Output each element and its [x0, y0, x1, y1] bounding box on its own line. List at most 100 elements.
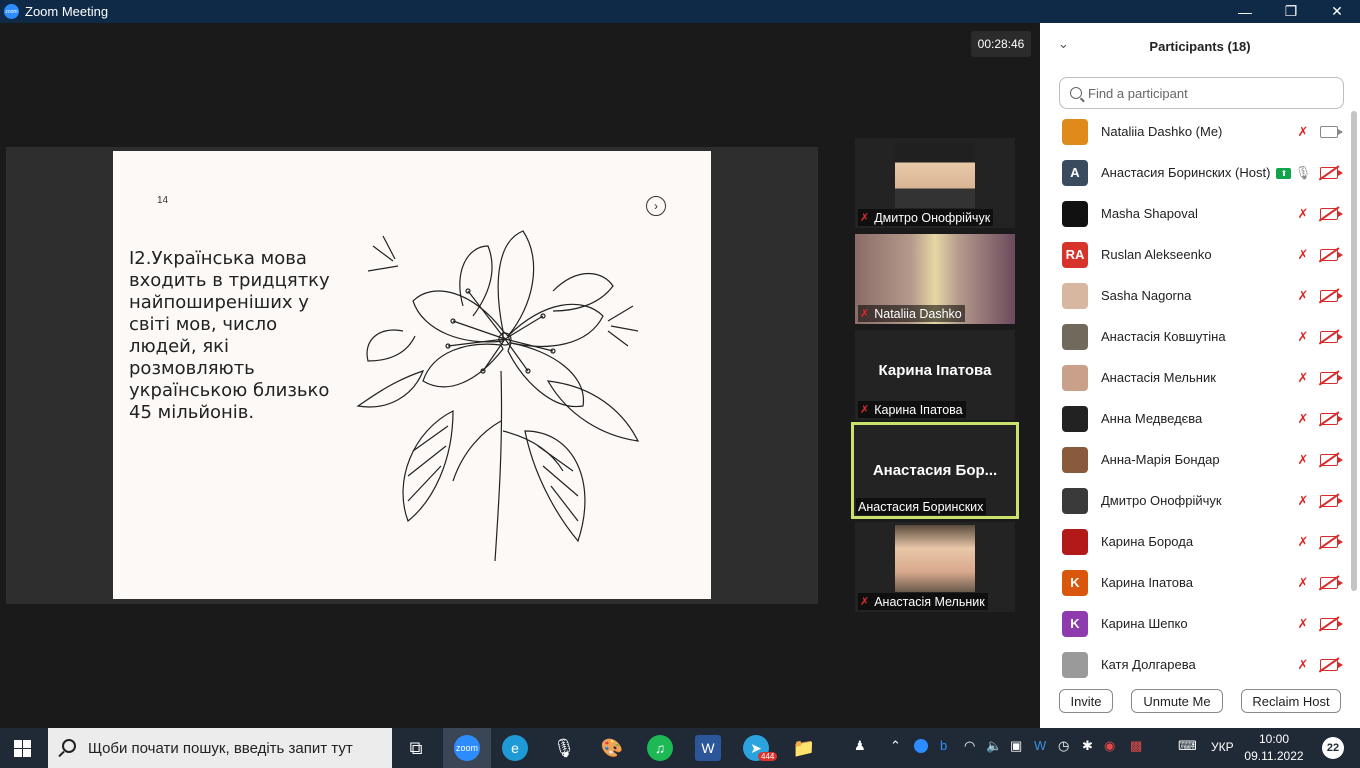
video-off-icon[interactable] — [1320, 453, 1343, 466]
avatar: K — [1062, 569, 1088, 596]
participant-row[interactable]: Masha Shapoval ✗ — [1040, 193, 1350, 234]
video-off-icon[interactable] — [1320, 576, 1343, 589]
wifi-icon[interactable]: ◠ — [964, 738, 975, 754]
mic-muted-icon[interactable]: ✗ — [1296, 452, 1310, 468]
tray-app-icon[interactable]: ◉ — [1104, 738, 1115, 754]
zoom-tray-icon[interactable] — [914, 739, 928, 753]
app-tray-icon[interactable]: ▣ — [1010, 738, 1022, 754]
participant-row[interactable]: A Анастасия Боринских (Host) ⬆ 🎙 — [1040, 152, 1350, 193]
reclaim-host-button[interactable]: Reclaim Host — [1241, 689, 1341, 713]
chevron-up-icon[interactable]: ⌃ — [890, 738, 901, 754]
taskbar-app-edge[interactable]: e — [491, 728, 539, 768]
volume-icon[interactable]: 🔈 — [986, 738, 1002, 754]
taskbar-app-zoom[interactable]: zoom — [443, 728, 491, 768]
taskbar-app-microphone[interactable]: 🎙 — [540, 728, 588, 768]
video-off-icon[interactable] — [1320, 207, 1343, 220]
participant-row[interactable]: Анна-Марія Бондар ✗ — [1040, 439, 1350, 480]
participant-row[interactable]: K Карина Іпатова ✗ — [1040, 562, 1350, 603]
mic-muted-icon[interactable]: ✗ — [1296, 370, 1310, 386]
taskbar-app-spotify[interactable]: ♫ — [636, 728, 684, 768]
clock-tray-icon[interactable]: ◷ — [1058, 738, 1069, 754]
mic-muted-icon[interactable]: ✗ — [1296, 575, 1310, 591]
participant-name: Анастасія Мельник — [1101, 370, 1216, 385]
video-off-icon[interactable] — [1320, 617, 1343, 630]
edge-icon: e — [502, 735, 528, 761]
tile-label: Анастасия Боринских — [856, 498, 987, 515]
video-tile-karyna[interactable]: Карина Іпатова ✗ Карина Іпатова — [855, 330, 1015, 420]
minimize-button[interactable]: — — [1222, 0, 1268, 23]
notifications-badge[interactable]: 22 — [1322, 737, 1344, 759]
participants-footer: Invite Unmute Me Reclaim Host — [1040, 689, 1360, 721]
participant-row[interactable]: K Карина Шепко ✗ — [1040, 603, 1350, 644]
video-off-icon[interactable] — [1320, 330, 1343, 343]
video-off-icon[interactable] — [1320, 412, 1343, 425]
video-off-icon[interactable] — [1320, 289, 1343, 302]
keyboard-icon[interactable]: ⌨ — [1178, 738, 1197, 754]
tray-app-icon[interactable]: W — [1034, 738, 1046, 753]
mic-muted-icon[interactable]: ✗ — [1296, 247, 1310, 263]
taskbar-app-task-view[interactable]: ⧉ — [392, 728, 440, 768]
unread-badge: 444 — [758, 752, 778, 761]
video-off-icon[interactable] — [1320, 658, 1343, 671]
explorer-icon: 📁 — [792, 737, 816, 758]
video-off-icon[interactable] — [1320, 166, 1343, 179]
taskbar-app-word[interactable]: W — [684, 728, 732, 768]
taskbar-clock[interactable]: 10:00 09.11.2022 — [1240, 731, 1308, 765]
tile-label: ✗ Дмитро Онофрійчук — [858, 209, 994, 226]
mic-muted-icon[interactable]: ✗ — [1296, 411, 1310, 427]
participant-row[interactable]: Дмитро Онофрійчук ✗ — [1040, 480, 1350, 521]
maximize-button[interactable]: ❐ — [1268, 0, 1314, 23]
mic-muted-icon[interactable]: ✗ — [1296, 534, 1310, 550]
close-button[interactable]: ✕ — [1314, 0, 1360, 23]
mic-muted-icon[interactable]: ✗ — [1296, 206, 1310, 222]
participant-row[interactable]: Nataliia Dashko (Me) ✗ — [1040, 111, 1350, 152]
video-off-icon[interactable] — [1320, 371, 1343, 384]
video-tile-dmytro[interactable]: ✗ Дмитро Онофрійчук — [855, 138, 1015, 228]
participant-row[interactable]: Карина Борода ✗ — [1040, 521, 1350, 562]
video-off-icon[interactable] — [1320, 248, 1343, 261]
participant-row[interactable]: Sasha Nagorna ✗ — [1040, 275, 1350, 316]
slide-number: 14 — [157, 195, 169, 206]
bing-icon[interactable]: b — [940, 738, 947, 753]
mic-muted-icon[interactable]: ✗ — [1296, 657, 1310, 673]
video-off-icon[interactable] — [1320, 494, 1343, 507]
screen-share-view[interactable]: 14 › І2.Українська мова входить в тридця… — [6, 147, 818, 604]
mic-muted-icon[interactable]: ✗ — [1296, 493, 1310, 509]
video-camera-icon[interactable] — [1320, 125, 1343, 138]
scrollbar[interactable] — [1351, 111, 1357, 591]
taskbar-search-input[interactable]: Щоби почати пошук, введіть запит тут — [48, 728, 392, 768]
language-indicator[interactable]: УКР — [1211, 740, 1234, 754]
people-icon[interactable]: ♟ — [854, 738, 866, 754]
video-tile-nataliia[interactable]: ✗ Nataliia Dashko — [855, 234, 1015, 324]
mic-muted-icon[interactable]: ✗ — [1296, 124, 1310, 140]
tile-display-name: Карина Іпатова — [878, 362, 992, 379]
video-off-icon[interactable] — [1320, 535, 1343, 548]
taskbar-app-telegram[interactable]: ➤ 444 — [732, 728, 780, 768]
microphone-icon[interactable]: 🎙 — [1295, 165, 1312, 181]
window-titlebar: zoom Zoom Meeting — ❐ ✕ — [0, 0, 1360, 23]
taskbar-app-paint[interactable]: 🎨 — [588, 728, 636, 768]
settings-tray-icon[interactable]: ✱ — [1082, 738, 1093, 754]
participant-row[interactable]: Катя Долгарева ✗ — [1040, 644, 1350, 685]
participant-row[interactable]: RA Ruslan Alekseenko ✗ — [1040, 234, 1350, 275]
tile-display-name: Анастасия Бор... — [872, 462, 998, 479]
windows-start-icon[interactable] — [14, 740, 31, 757]
invite-button[interactable]: Invite — [1059, 689, 1113, 713]
taskbar-app-explorer[interactable]: 📁 — [780, 728, 828, 768]
mic-muted-icon[interactable]: ✗ — [1296, 288, 1310, 304]
mic-muted-icon[interactable]: ✗ — [1296, 616, 1310, 632]
avatar — [1062, 282, 1088, 309]
participant-row[interactable]: Анна Медведєва ✗ — [1040, 398, 1350, 439]
antivirus-icon[interactable]: ▩ — [1130, 738, 1142, 754]
participant-search-input[interactable]: Find a participant — [1059, 77, 1344, 109]
clock-time: 10:00 — [1258, 732, 1290, 746]
mic-muted-icon: ✗ — [860, 212, 870, 224]
participant-row[interactable]: Анастасія Ковшутіна ✗ — [1040, 316, 1350, 357]
mic-muted-icon: ✗ — [860, 308, 870, 320]
mic-muted-icon[interactable]: ✗ — [1296, 329, 1310, 345]
video-tile-anastasiia-m[interactable]: ✗ Анастасія Мельник — [855, 522, 1015, 612]
avatar: A — [1062, 159, 1088, 186]
unmute-me-button[interactable]: Unmute Me — [1131, 689, 1223, 713]
participant-row[interactable]: Анастасія Мельник ✗ — [1040, 357, 1350, 398]
video-tile-active-speaker[interactable]: Анастасия Бор... Анастасия Боринских — [851, 422, 1019, 519]
